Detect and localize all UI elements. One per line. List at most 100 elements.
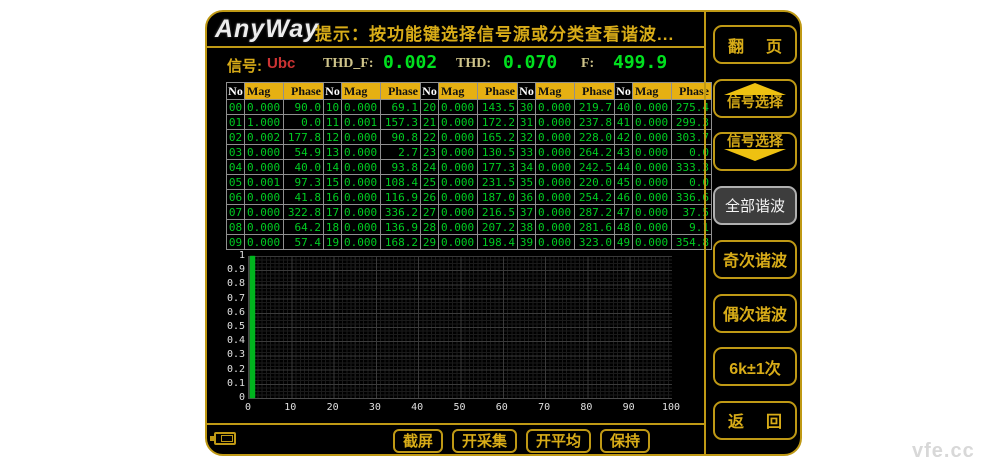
battery-power-icon	[214, 432, 236, 445]
harmonic-no-cell: 35	[518, 175, 536, 190]
button-label: 偶次谐波	[723, 301, 787, 325]
col-header-phase: Phase	[284, 83, 324, 100]
harmonic-no-cell: 34	[518, 160, 536, 175]
thd-label: THD:	[456, 56, 491, 72]
signal-select-down-button[interactable]: 信号选择	[713, 132, 797, 171]
table-row: 090.00057.4190.000168.2290.000198.4390.0…	[227, 235, 712, 250]
phase-cell: 264.2	[575, 145, 615, 160]
x-axis-tick-label: 50	[445, 402, 475, 413]
odd-harmonics-button[interactable]: 奇次谐波	[713, 240, 797, 279]
harmonic-no-cell: 29	[421, 235, 439, 250]
table-row: 070.000322.8170.000336.2270.000216.5370.…	[227, 205, 712, 220]
phase-cell: 165.2	[478, 130, 518, 145]
hold-button[interactable]: 保持	[600, 429, 650, 453]
phase-cell: 57.4	[284, 235, 324, 250]
mag-cell: 0.001	[342, 115, 381, 130]
harmonic-no-cell: 01	[227, 115, 245, 130]
harmonic-no-cell: 13	[324, 145, 342, 160]
mag-cell: 0.000	[439, 190, 478, 205]
harmonic-no-cell: 21	[421, 115, 439, 130]
harmonic-no-cell: 15	[324, 175, 342, 190]
even-harmonics-button[interactable]: 偶次谐波	[713, 294, 797, 333]
harmonic-no-cell: 26	[421, 190, 439, 205]
y-axis-tick-label: 0.8	[209, 278, 245, 289]
mag-cell: 0.000	[633, 220, 672, 235]
start-averaging-button[interactable]: 开平均	[526, 429, 591, 453]
mag-cell: 0.000	[342, 220, 381, 235]
harmonic-no-cell: 36	[518, 190, 536, 205]
button-label: 信号选择	[727, 134, 783, 149]
mag-cell: 0.000	[633, 205, 672, 220]
panel-divider	[704, 12, 706, 454]
x-axis-tick-label: 90	[614, 402, 644, 413]
mag-cell: 0.000	[536, 100, 575, 115]
harmonic-no-cell: 44	[615, 160, 633, 175]
mag-cell: 0.000	[536, 190, 575, 205]
mag-cell: 1.000	[245, 115, 284, 130]
mag-cell: 0.000	[536, 205, 575, 220]
signal-select-up-button[interactable]: 信号选择	[713, 79, 797, 118]
phase-cell: 187.0	[478, 190, 518, 205]
col-header-no: No	[227, 83, 245, 100]
phase-cell: 287.2	[575, 205, 615, 220]
mag-cell: 0.000	[439, 100, 478, 115]
harmonic-no-cell: 27	[421, 205, 439, 220]
phase-cell: 41.8	[284, 190, 324, 205]
harmonic-no-cell: 23	[421, 145, 439, 160]
phase-cell: 90.8	[381, 130, 421, 145]
harmonic-no-cell: 28	[421, 220, 439, 235]
y-axis-tick-label: 1	[209, 250, 245, 261]
mag-cell: 0.000	[342, 130, 381, 145]
button-label: 奇次谐波	[723, 247, 787, 271]
harmonic-no-cell: 19	[324, 235, 342, 250]
thdf-label: THD_F:	[323, 56, 374, 72]
mag-cell: 0.001	[245, 175, 284, 190]
y-axis-tick-label: 0.1	[209, 378, 245, 389]
col-header-no: No	[421, 83, 439, 100]
harmonic-bar	[250, 256, 255, 398]
harmonic-no-cell: 08	[227, 220, 245, 235]
phase-cell: 228.0	[575, 130, 615, 145]
phase-cell: 157.3	[381, 115, 421, 130]
y-axis-tick-label: 0.9	[209, 264, 245, 275]
start-acquisition-button[interactable]: 开采集	[452, 429, 517, 453]
mag-cell: 0.000	[536, 220, 575, 235]
table-row: 011.0000.0110.001157.3210.000172.2310.00…	[227, 115, 712, 130]
col-header-mag: Mag	[342, 83, 381, 100]
phase-cell: 198.4	[478, 235, 518, 250]
harmonic-no-cell: 39	[518, 235, 536, 250]
phase-cell: 54.9	[284, 145, 324, 160]
arrow-up-icon	[724, 83, 786, 95]
harmonic-no-cell: 48	[615, 220, 633, 235]
harmonic-no-cell: 42	[615, 130, 633, 145]
phase-cell: 281.6	[575, 220, 615, 235]
mag-cell: 0.000	[536, 160, 575, 175]
bottom-divider	[207, 423, 706, 425]
6k-plus-minus-1-button[interactable]: 6k±1次	[713, 347, 797, 386]
phase-cell: 136.9	[381, 220, 421, 235]
table-header-row: NoMagPhaseNoMagPhaseNoMagPhaseNoMagPhase…	[227, 83, 712, 100]
return-button[interactable]: 返回	[713, 401, 797, 440]
harmonic-no-cell: 09	[227, 235, 245, 250]
harmonic-no-cell: 22	[421, 130, 439, 145]
screenshot-button[interactable]: 截屏	[393, 429, 443, 453]
status-tip-text: 提示：按功能键选择信号源或分类查看谐波...	[315, 20, 674, 45]
page-flip-button[interactable]: 翻页	[713, 25, 797, 64]
harmonic-no-cell: 49	[615, 235, 633, 250]
mag-cell: 0.000	[245, 160, 284, 175]
phase-cell: 93.8	[381, 160, 421, 175]
harmonic-no-cell: 45	[615, 175, 633, 190]
button-label: 回	[766, 408, 782, 432]
frequency-label: F:	[581, 56, 594, 72]
harmonic-no-cell: 11	[324, 115, 342, 130]
thd-value: 0.070	[503, 52, 557, 73]
all-harmonics-button[interactable]: 全部谐波	[713, 186, 797, 225]
frequency-value: 499.9	[613, 52, 667, 73]
mag-cell: 0.000	[536, 130, 575, 145]
brand-logo: AnyWay	[215, 15, 319, 44]
x-axis-tick-label: 0	[233, 402, 263, 413]
harmonic-no-cell: 47	[615, 205, 633, 220]
col-header-mag: Mag	[536, 83, 575, 100]
col-header-mag: Mag	[633, 83, 672, 100]
arrow-down-icon	[724, 149, 786, 161]
